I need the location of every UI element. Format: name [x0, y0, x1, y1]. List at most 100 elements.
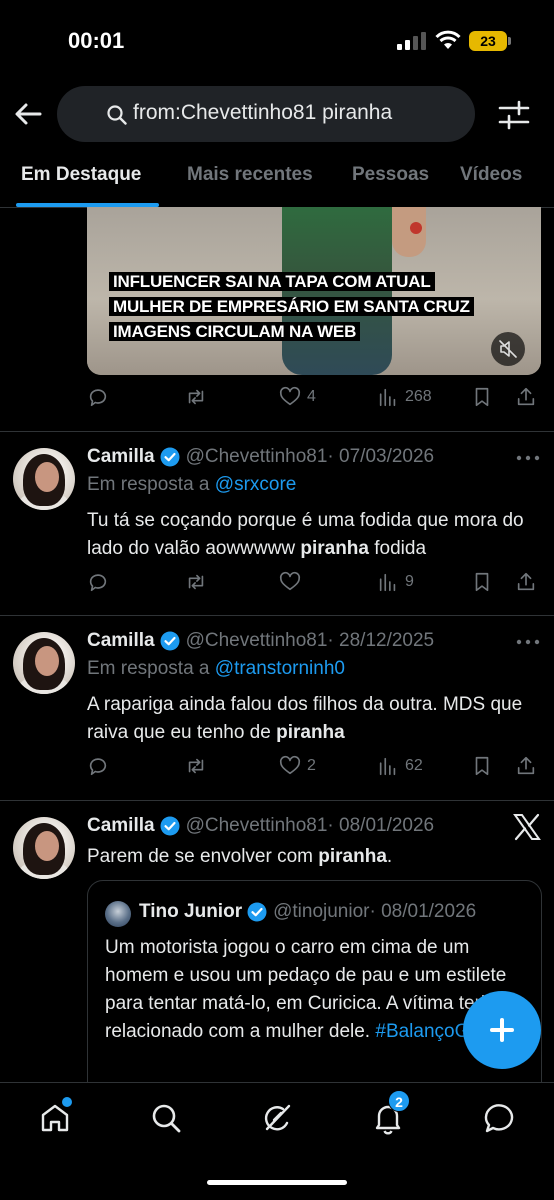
author-handle[interactable]: @Chevettinho81 [186, 446, 328, 468]
share-button[interactable] [515, 386, 537, 408]
search-query: from:Chevettinho81 piranha [133, 101, 393, 124]
author-name[interactable]: Camilla [87, 630, 155, 652]
tab-em-destaque[interactable]: Em Destaque [21, 164, 141, 186]
video-media[interactable]: INFLUENCER SAI NA TAPA COM ATUAL MULHER … [87, 207, 541, 375]
share-icon [517, 387, 535, 406]
author-handle[interactable]: @Chevettinho81 [186, 815, 328, 837]
like-count: 4 [307, 388, 316, 405]
quote-author-name: Tino Junior [139, 901, 243, 922]
quote-header: Tino Junior @tinojunior · 08/01/2026 [139, 901, 476, 923]
like-button[interactable]: 4 [279, 386, 316, 408]
heart-icon [279, 755, 301, 775]
heart-icon [279, 571, 301, 591]
nav-messages[interactable] [482, 1101, 516, 1135]
avatar[interactable] [13, 817, 75, 879]
reply-icon [89, 389, 107, 407]
search-input[interactable]: from:Chevettinho81 piranha [57, 86, 475, 142]
quoted-tweet[interactable]: Tino Junior @tinojunior · 08/01/2026 Um … [87, 880, 542, 1100]
tweet-date: · 28/12/2025 [327, 630, 435, 651]
reply-context: Em resposta a @srxcore [87, 474, 297, 495]
nav-grok[interactable] [260, 1101, 294, 1135]
home-indicator [207, 1180, 347, 1185]
views-button[interactable]: 62 [377, 755, 423, 777]
mention-link[interactable]: @srxcore [215, 474, 297, 495]
filter-settings-icon[interactable] [498, 100, 530, 130]
headline-line: IMAGENS CIRCULAM NA WEB [109, 322, 361, 341]
author-name[interactable]: Camilla [87, 815, 155, 837]
views-button[interactable]: 9 [377, 571, 414, 593]
reply-icon [89, 574, 107, 592]
mute-button[interactable] [491, 332, 525, 366]
more-options-icon[interactable] [515, 453, 541, 463]
reply-button[interactable] [87, 386, 109, 408]
tab-pessoas[interactable]: Pessoas [352, 164, 429, 186]
like-count: 2 [307, 757, 316, 774]
tweet-header: Camilla @Chevettinho81 · 28/12/2025 [87, 630, 434, 652]
video-headline: INFLUENCER SAI NA TAPA COM ATUAL MULHER … [109, 269, 509, 344]
speaker-muted-icon [499, 340, 517, 358]
unread-dot [62, 1097, 72, 1107]
repost-button[interactable] [185, 755, 207, 777]
nav-explore[interactable] [149, 1101, 183, 1135]
tweet-actions: 2 62 [87, 755, 542, 785]
quote-avatar [105, 901, 131, 927]
reply-context: Em resposta a @transtorninh0 [87, 658, 345, 679]
more-options-icon[interactable] [515, 637, 541, 647]
views-icon [379, 388, 396, 407]
bookmark-button[interactable] [471, 386, 493, 408]
x-logo-icon[interactable] [512, 812, 542, 842]
tweet-header: Camilla @Chevettinho81 · 08/01/2026 [87, 815, 434, 837]
verified-badge-icon [160, 447, 180, 467]
views-icon [379, 757, 396, 776]
bookmark-button[interactable] [471, 571, 493, 593]
repost-icon [188, 574, 204, 590]
back-arrow-icon[interactable] [12, 98, 44, 130]
heart-icon [279, 386, 301, 406]
tweet-header: Camilla @Chevettinho81 · 07/03/2026 [87, 446, 434, 468]
view-count: 9 [405, 573, 414, 590]
notification-count-badge: 2 [388, 1090, 410, 1112]
views-icon [379, 573, 396, 592]
repost-icon [188, 389, 204, 405]
reply-button[interactable] [87, 755, 109, 777]
tab-videos[interactable]: Vídeos [460, 164, 522, 186]
like-button[interactable] [279, 571, 307, 593]
share-button[interactable] [515, 571, 537, 593]
compose-post-button[interactable] [463, 991, 541, 1069]
tweet-text: Tu tá se coçando porque é uma fodida que… [87, 510, 524, 559]
divider [0, 615, 554, 616]
headline-line: INFLUENCER SAI NA TAPA COM ATUAL [109, 272, 435, 291]
status-bar: 00:01 23 [0, 0, 554, 80]
search-tabs: Em Destaque Mais recentes Pessoas Vídeos [0, 150, 554, 208]
avatar[interactable] [13, 448, 75, 510]
tab-mais-recentes[interactable]: Mais recentes [187, 164, 313, 186]
divider [0, 431, 554, 432]
nav-home[interactable] [38, 1097, 72, 1135]
repost-button[interactable] [185, 571, 207, 593]
tweet-text: A rapariga ainda falou dos filhos da out… [87, 694, 523, 743]
repost-button[interactable] [185, 386, 207, 408]
status-time: 00:01 [68, 28, 125, 53]
tweet-text: Parem de se envolver com piranha. [87, 846, 393, 867]
reply-button[interactable] [87, 571, 109, 593]
author-name[interactable]: Camilla [87, 446, 155, 468]
tweet-actions: 9 [87, 571, 542, 601]
verified-badge-icon [160, 631, 180, 651]
share-button[interactable] [515, 755, 537, 777]
grok-icon [264, 1104, 291, 1131]
author-handle[interactable]: @Chevettinho81 [186, 630, 328, 652]
mention-link[interactable]: @transtorninh0 [215, 658, 345, 679]
reply-icon [89, 758, 107, 776]
avatar[interactable] [13, 632, 75, 694]
like-button[interactable]: 2 [279, 755, 316, 777]
chat-bubble-icon [484, 1104, 514, 1133]
view-count: 62 [405, 757, 423, 774]
view-count: 268 [405, 388, 432, 405]
bookmark-icon [475, 572, 489, 592]
divider [0, 800, 554, 801]
tweet-date: · 08/01/2026 [327, 815, 435, 836]
bookmark-button[interactable] [471, 755, 493, 777]
views-button[interactable]: 268 [377, 386, 432, 408]
tweet-date: · 07/03/2026 [327, 446, 435, 467]
nav-notifications[interactable]: 2 [371, 1090, 410, 1135]
